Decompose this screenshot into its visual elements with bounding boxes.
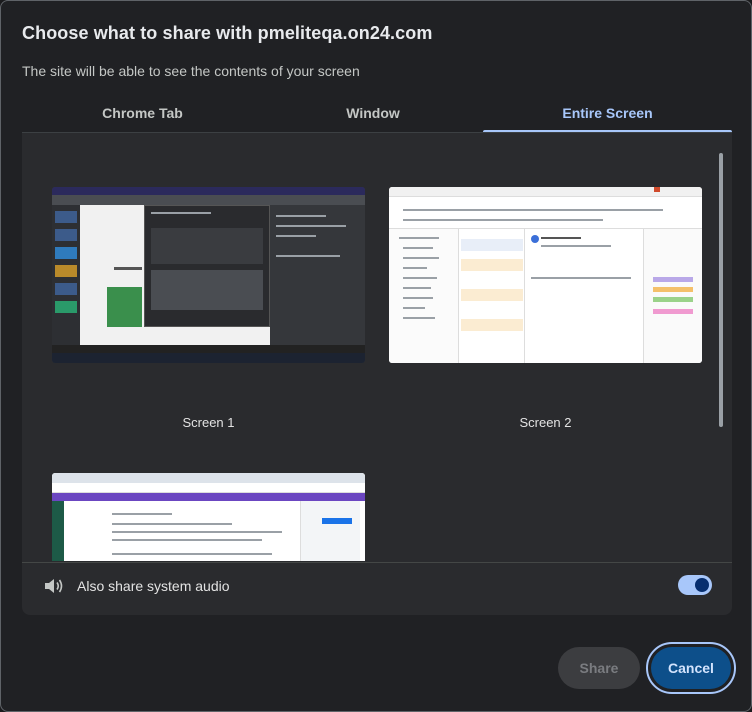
screen-1-thumbnail[interactable] xyxy=(52,187,365,363)
preview-reading-pane xyxy=(525,229,643,363)
preview-text xyxy=(403,287,431,289)
screen-2-label: Screen 2 xyxy=(519,415,572,430)
preview-calendar-event xyxy=(653,309,693,314)
preview-calendar-event xyxy=(653,297,693,302)
preview-side-panel xyxy=(300,501,360,561)
preview-site-nav xyxy=(52,501,64,561)
screen-2-thumbnail[interactable] xyxy=(389,187,702,363)
preview-slide xyxy=(55,301,77,313)
preview-text xyxy=(276,225,346,227)
toggle-knob xyxy=(695,578,709,592)
preview-text xyxy=(403,307,425,309)
preview-text xyxy=(112,523,232,525)
preview-text xyxy=(112,553,272,555)
preview-text xyxy=(531,277,631,279)
preview-text xyxy=(403,219,603,221)
share-screen-dialog: Choose what to share with pmeliteqa.on24… xyxy=(0,0,752,712)
preview-slide xyxy=(55,265,77,277)
tab-window[interactable]: Window xyxy=(263,93,483,133)
dialog-title: Choose what to share with pmeliteqa.on24… xyxy=(22,23,433,43)
cancel-button-focus-ring: Cancel xyxy=(646,642,736,694)
preview-slide xyxy=(55,247,77,259)
preview-calendar-event xyxy=(653,277,693,282)
preview-ribbon xyxy=(389,197,702,229)
system-audio-toggle[interactable] xyxy=(678,575,712,595)
preview-text xyxy=(403,247,433,249)
tab-entire-screen[interactable]: Entire Screen xyxy=(483,93,732,133)
preview-text xyxy=(541,237,581,239)
screen-list-panel: Screen 1 Screen 2 Also share system audi… xyxy=(22,132,732,615)
preview-address-bar xyxy=(52,483,365,493)
preview-slide xyxy=(55,211,77,223)
preview-message xyxy=(461,239,523,251)
preview-text xyxy=(403,267,427,269)
preview-thumb xyxy=(151,228,263,264)
preview-text xyxy=(276,255,340,257)
preview-taskbar xyxy=(52,353,365,363)
preview-text xyxy=(151,212,211,214)
cancel-button[interactable]: Cancel xyxy=(651,647,731,689)
dialog-subtitle: The site will be able to see the content… xyxy=(22,63,360,79)
preview-folder-pane xyxy=(389,229,459,363)
preview-text xyxy=(112,539,262,541)
speaker-icon xyxy=(45,579,63,593)
screen-3-thumbnail[interactable] xyxy=(52,473,365,561)
preview-site-header xyxy=(52,493,365,501)
preview-text xyxy=(112,531,282,533)
preview-text xyxy=(114,267,142,270)
preview-image xyxy=(107,287,142,327)
scrollbar-track[interactable] xyxy=(711,143,719,561)
preview-calendar-pane xyxy=(643,229,702,363)
system-audio-label: Also share system audio xyxy=(77,578,230,594)
preview-titlebar xyxy=(52,187,365,195)
preview-text xyxy=(403,317,435,319)
preview-message xyxy=(461,319,523,331)
preview-text xyxy=(403,257,439,259)
preview-button xyxy=(322,518,352,524)
divider xyxy=(22,562,732,563)
preview-text xyxy=(399,237,439,239)
preview-message xyxy=(461,259,523,271)
preview-tabstrip xyxy=(52,473,365,483)
preview-text xyxy=(276,215,326,217)
preview-text xyxy=(403,297,433,299)
preview-text xyxy=(112,513,172,515)
preview-toolbar xyxy=(52,195,365,205)
preview-thumb xyxy=(151,270,263,310)
preview-message xyxy=(461,289,523,301)
preview-text xyxy=(276,235,316,237)
screen-grid: Screen 1 Screen 2 xyxy=(22,133,720,561)
tab-chrome-tab[interactable]: Chrome Tab xyxy=(22,93,263,133)
preview-message-list xyxy=(459,229,525,363)
preview-slide xyxy=(55,229,77,241)
preview-avatar xyxy=(531,235,539,243)
preview-app-icon xyxy=(654,187,660,192)
preview-side-panel xyxy=(270,205,365,345)
share-button[interactable]: Share xyxy=(558,647,640,689)
preview-calendar-event xyxy=(653,287,693,292)
preview-share-dialog xyxy=(144,205,270,327)
scrollbar-thumb[interactable] xyxy=(719,153,723,427)
preview-slide-panel xyxy=(52,205,80,345)
preview-text xyxy=(541,245,611,247)
preview-footer xyxy=(52,345,365,353)
preview-slide xyxy=(55,283,77,295)
preview-text xyxy=(403,277,437,279)
screen-1-label: Screen 1 xyxy=(182,415,235,430)
preview-text xyxy=(403,209,663,211)
source-tabs: Chrome Tab Window Entire Screen xyxy=(22,93,732,133)
